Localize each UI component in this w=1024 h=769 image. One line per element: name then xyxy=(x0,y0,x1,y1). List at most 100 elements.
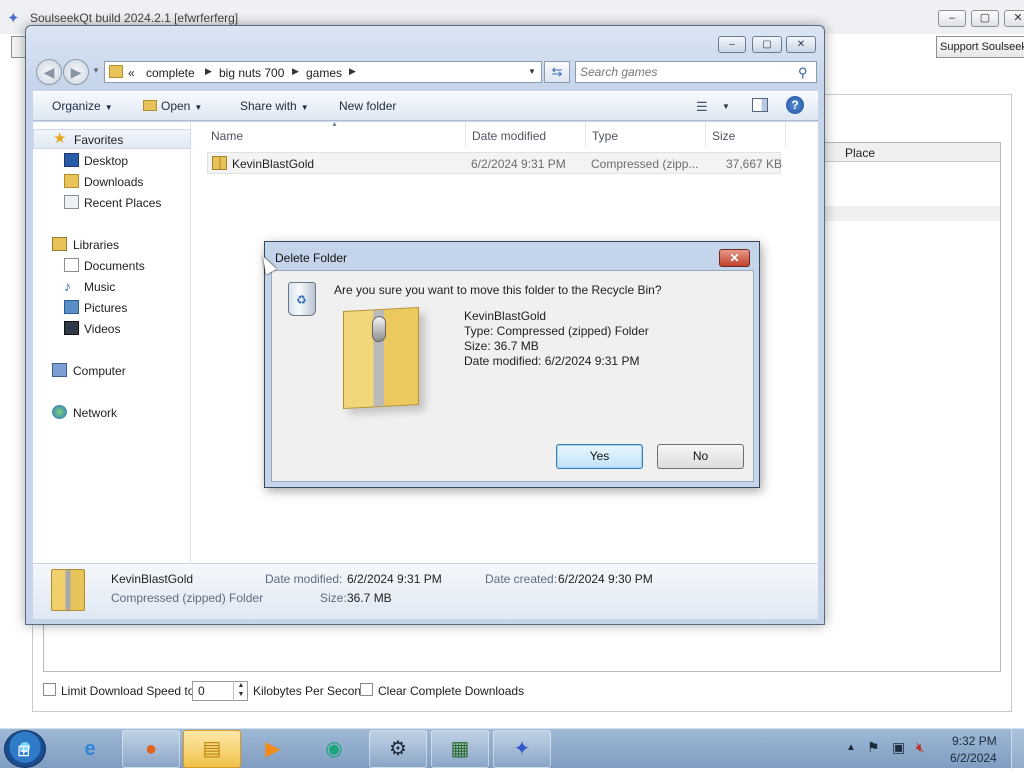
nav-favorites[interactable]: ★ Favorites xyxy=(33,129,191,149)
nav-libraries[interactable]: Libraries xyxy=(33,235,191,255)
speed-spinner[interactable]: ▲ ▼ xyxy=(233,681,248,701)
nav-videos-label: Videos xyxy=(84,322,121,336)
open-button[interactable]: Open ▼ xyxy=(143,99,202,113)
nav-computer[interactable]: Computer xyxy=(33,361,191,381)
soulseek-icon[interactable]: ✦ xyxy=(493,730,551,768)
column-size-header[interactable]: Size xyxy=(712,129,735,143)
open-folder-icon xyxy=(143,100,157,111)
file-type: Compressed (zipp... xyxy=(591,157,699,171)
breadcrumb-overflow[interactable]: « xyxy=(128,66,135,80)
chevron-down-icon: ▼ xyxy=(300,103,309,112)
nav-videos[interactable]: Videos xyxy=(33,319,191,339)
no-button[interactable]: No xyxy=(657,444,744,469)
network-tray-icon[interactable]: ▣ xyxy=(892,739,905,756)
place-column-header[interactable]: Place xyxy=(824,143,1000,162)
downloads-row[interactable] xyxy=(824,206,1000,221)
forward-button[interactable]: ▶ xyxy=(63,59,89,85)
nav-music-label: Music xyxy=(84,280,116,294)
nav-libraries-label: Libraries xyxy=(73,238,120,252)
help-icon[interactable]: ? xyxy=(786,96,804,114)
search-icon[interactable]: ⚲ xyxy=(798,65,808,81)
nav-documents[interactable]: Documents xyxy=(33,256,191,276)
soulseek-close-button[interactable]: ✕ xyxy=(1004,10,1024,27)
recycle-bin-icon: ♻ xyxy=(288,282,316,316)
search-input[interactable] xyxy=(578,63,790,81)
videos-icon xyxy=(64,321,79,335)
share-with-button[interactable]: Share with ▼ xyxy=(240,99,309,113)
start-button[interactable]: ⊞ xyxy=(4,730,46,768)
volume-muted-icon[interactable]: 🔇︎ xyxy=(916,739,925,756)
recent-pages-dropdown[interactable]: ▼ xyxy=(92,66,100,75)
column-divider[interactable] xyxy=(705,122,706,148)
windows-explorer-icon[interactable]: ▤ xyxy=(183,730,241,768)
yes-button[interactable]: Yes xyxy=(556,444,643,469)
network-icon xyxy=(52,405,67,419)
column-divider[interactable] xyxy=(465,122,466,148)
breadcrumb-chevron-icon[interactable]: ▶ xyxy=(349,66,356,77)
views-dropdown-icon[interactable]: ▼ xyxy=(722,102,730,111)
nav-network[interactable]: Network xyxy=(33,403,191,423)
downloads-icon xyxy=(64,174,79,188)
explorer-minimize-button[interactable]: – xyxy=(718,36,746,53)
nav-network-label: Network xyxy=(73,406,118,420)
system-monitor-icon[interactable]: ▦ xyxy=(431,730,489,768)
item-name: KevinBlastGold xyxy=(464,309,547,323)
nav-downloads[interactable]: Downloads xyxy=(33,172,191,192)
column-divider[interactable] xyxy=(585,122,586,148)
dialog-close-button[interactable]: ✕ xyxy=(719,249,750,267)
chevron-down-icon: ▼ xyxy=(194,103,203,112)
new-folder-button[interactable]: New folder xyxy=(339,99,396,113)
refresh-button[interactable]: ⇆ xyxy=(544,61,570,83)
column-divider[interactable] xyxy=(785,122,786,148)
nav-desktop[interactable]: Desktop xyxy=(33,151,191,171)
nav-music[interactable]: ♪ Music xyxy=(33,277,191,297)
green-app-icon[interactable]: ◉ xyxy=(305,730,363,768)
address-bar[interactable]: « complete ▶ big nuts 700 ▶ games ▶ ▼ xyxy=(104,61,542,83)
views-icon[interactable]: ☰ xyxy=(696,99,708,115)
nav-pictures[interactable]: Pictures xyxy=(33,298,191,318)
soulseek-minimize-button[interactable]: – xyxy=(938,10,966,27)
media-player-icon[interactable]: ▶ xyxy=(244,730,302,768)
explorer-close-button[interactable]: ✕ xyxy=(786,36,816,53)
item-type: Type: Compressed (zipped) Folder xyxy=(464,324,649,338)
open-label: Open xyxy=(161,99,191,113)
column-type-header[interactable]: Type xyxy=(592,129,618,143)
nav-recent-places[interactable]: Recent Places xyxy=(33,193,191,213)
firefox-icon[interactable]: ● xyxy=(122,730,180,768)
breadcrumb-chevron-icon[interactable]: ▶ xyxy=(292,66,299,77)
item-date-modified: Date modified: 6/2/2024 9:31 PM xyxy=(464,354,640,368)
preview-pane-icon[interactable] xyxy=(752,98,768,112)
nav-desktop-label: Desktop xyxy=(84,154,129,168)
clear-complete-checkbox[interactable] xyxy=(360,683,373,696)
breadcrumb-complete[interactable]: complete xyxy=(146,66,195,80)
limit-speed-checkbox[interactable] xyxy=(43,683,56,696)
clock-date[interactable]: 6/2/2024 xyxy=(950,751,997,765)
soulseek-maximize-button[interactable]: ▢ xyxy=(971,10,999,27)
column-name-header[interactable]: Name xyxy=(211,129,243,143)
show-hidden-icons-icon[interactable]: ▲ xyxy=(846,742,856,753)
pictures-icon xyxy=(64,300,79,314)
column-date-modified-header[interactable]: Date modified xyxy=(472,129,546,143)
details-name: KevinBlastGold xyxy=(111,572,194,586)
file-row[interactable]: KevinBlastGold 6/2/2024 9:31 PM Compress… xyxy=(207,152,783,174)
support-soulseek-button[interactable]: Support Soulseek xyxy=(936,36,1024,58)
dialog-question: Are you sure you want to move this folde… xyxy=(334,283,662,297)
steam-icon[interactable]: ⚙ xyxy=(369,730,427,768)
details-type: Compressed (zipped) Folder xyxy=(111,591,264,605)
back-button[interactable]: ◀ xyxy=(36,59,62,85)
address-dropdown-icon[interactable]: ▼ xyxy=(528,67,536,76)
details-date-created-label: Date created: xyxy=(485,572,558,586)
breadcrumb-games[interactable]: games xyxy=(306,66,342,80)
search-box[interactable]: ⚲ xyxy=(575,61,817,83)
action-center-flag-icon[interactable]: ⚑ xyxy=(867,739,880,756)
internet-explorer-icon[interactable]: e xyxy=(61,730,119,768)
clock-time[interactable]: 9:32 PM xyxy=(952,734,997,748)
nav-computer-label: Computer xyxy=(73,364,126,378)
explorer-maximize-button[interactable]: ▢ xyxy=(752,36,782,53)
breadcrumb-chevron-icon[interactable]: ▶ xyxy=(205,66,212,77)
breadcrumb-big-nuts-700[interactable]: big nuts 700 xyxy=(219,66,284,80)
organize-button[interactable]: Organize ▼ xyxy=(52,99,113,113)
chevron-down-icon: ▼ xyxy=(104,103,113,112)
show-desktop-button[interactable] xyxy=(1011,729,1024,769)
file-size: 37,667 KB xyxy=(726,157,783,171)
